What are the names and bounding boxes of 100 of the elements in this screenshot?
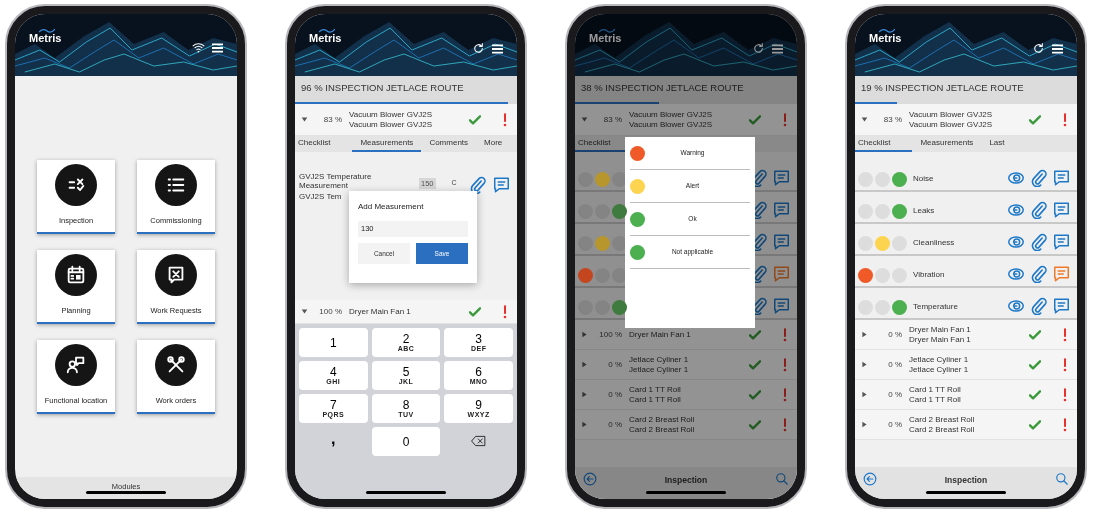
menu-icon[interactable] bbox=[772, 43, 783, 54]
equipment-subtitle: Card 1 TT Roll bbox=[909, 395, 962, 404]
check-icon bbox=[749, 113, 761, 126]
equipment-name: Jetlace Cyliner 1 bbox=[629, 355, 690, 364]
rings-icon[interactable] bbox=[1008, 268, 1024, 280]
caret-icon[interactable] bbox=[861, 331, 868, 338]
back-circle-icon[interactable] bbox=[583, 472, 597, 486]
logo-text: Metris bbox=[309, 33, 342, 44]
tab[interactable]: Measurements bbox=[352, 136, 422, 152]
keypad-key[interactable]: , bbox=[299, 427, 368, 456]
measurement-name: GVJ2S Temperature Measurement bbox=[299, 172, 373, 190]
comment-icon[interactable] bbox=[1054, 266, 1069, 282]
equipment-percent: 0 % bbox=[887, 418, 902, 431]
equipment-percent: 100 % bbox=[318, 305, 342, 318]
refresh-icon[interactable] bbox=[1032, 42, 1045, 55]
caret-icon[interactable] bbox=[301, 308, 308, 315]
comment-icon[interactable] bbox=[494, 177, 509, 193]
equipment-name: Card 2 Breast Roll bbox=[629, 415, 696, 424]
caret-icon[interactable] bbox=[581, 391, 588, 398]
tab[interactable]: Checklist bbox=[855, 136, 913, 152]
tab[interactable]: Measurements bbox=[912, 136, 982, 152]
menu-icon[interactable] bbox=[1052, 43, 1063, 54]
tab[interactable]: More bbox=[476, 136, 511, 152]
caret-icon[interactable] bbox=[581, 331, 588, 338]
equipment-name: Vacuum Blower GVJ2S bbox=[909, 110, 993, 119]
check-icon bbox=[749, 418, 761, 431]
paperclip-icon[interactable] bbox=[1031, 201, 1047, 219]
exclamation-icon bbox=[1063, 357, 1067, 372]
equipment-subtitle: Dryer Main Fan 1 bbox=[909, 335, 972, 344]
menu-icon[interactable] bbox=[212, 42, 223, 53]
refresh-icon[interactable] bbox=[752, 42, 765, 55]
equipment-percent: 0 % bbox=[607, 358, 622, 371]
person-chat-icon bbox=[55, 343, 97, 386]
equipment-name: Dryer Main Fan 1 bbox=[909, 325, 972, 334]
search-icon[interactable] bbox=[1055, 472, 1069, 486]
caret-icon[interactable] bbox=[861, 116, 868, 123]
equipment-percent: 0 % bbox=[887, 388, 902, 401]
back-circle-icon[interactable] bbox=[863, 472, 877, 486]
paperclip-icon[interactable] bbox=[1031, 233, 1047, 251]
comment-icon[interactable] bbox=[1054, 170, 1069, 186]
paperclip-icon[interactable] bbox=[1031, 169, 1047, 187]
exclamation-icon bbox=[783, 112, 787, 127]
equipment-name: Card 2 Breast Roll bbox=[909, 415, 976, 424]
caret-icon[interactable] bbox=[581, 421, 588, 428]
comment-icon[interactable] bbox=[774, 234, 789, 250]
comment-icon[interactable] bbox=[774, 266, 789, 282]
rings-icon[interactable] bbox=[1008, 300, 1024, 312]
comment-icon[interactable] bbox=[774, 298, 789, 314]
logo-text: Metris bbox=[869, 33, 902, 44]
paperclip-icon[interactable] bbox=[470, 176, 486, 194]
check-icon bbox=[1029, 418, 1041, 431]
caret-icon[interactable] bbox=[861, 361, 868, 368]
paperclip-icon[interactable] bbox=[1031, 265, 1047, 283]
check-icon bbox=[1029, 328, 1041, 341]
caret-icon[interactable] bbox=[581, 116, 588, 123]
tab[interactable]: Last bbox=[981, 136, 1013, 152]
equipment-subtitle: Vacuum Blower GVJ2S bbox=[909, 120, 993, 129]
tools-icon bbox=[155, 343, 197, 386]
checklist-label: Leaks bbox=[913, 206, 935, 215]
equipment-percent: 0 % bbox=[607, 388, 622, 401]
refresh-icon[interactable] bbox=[472, 42, 485, 55]
wifi-icon[interactable] bbox=[192, 42, 205, 53]
caret-icon[interactable] bbox=[301, 116, 308, 123]
exclamation-icon bbox=[783, 327, 787, 342]
equipment-subtitle: Vacuum Blower GVJ2S bbox=[629, 120, 713, 129]
exclamation-icon bbox=[1063, 327, 1067, 342]
equipment-percent: 0 % bbox=[887, 358, 902, 371]
equipment-subtitle: Dryer Main Fan 1 bbox=[629, 330, 692, 339]
equipment-row[interactable]: 100 % Dryer Main Fan 1 bbox=[295, 300, 517, 324]
check-icon bbox=[1029, 388, 1041, 401]
caret-icon[interactable] bbox=[581, 361, 588, 368]
paperclip-icon[interactable] bbox=[1031, 297, 1047, 315]
comment-icon[interactable] bbox=[774, 202, 789, 218]
menu-icon[interactable] bbox=[492, 43, 503, 54]
caret-icon[interactable] bbox=[861, 421, 868, 428]
equipment-percent: 83 % bbox=[882, 113, 902, 126]
exclamation-icon bbox=[503, 304, 507, 319]
comment-icon[interactable] bbox=[1054, 234, 1069, 250]
checklist-label: Vibration bbox=[913, 270, 945, 279]
keypad-key[interactable]: 1 bbox=[299, 328, 368, 357]
tab[interactable]: Checklist bbox=[295, 136, 353, 152]
logo-text: Metris bbox=[589, 33, 622, 44]
search-icon[interactable] bbox=[775, 472, 789, 486]
caret-icon[interactable] bbox=[861, 391, 868, 398]
rings-icon[interactable] bbox=[1008, 236, 1024, 248]
exclamation-icon bbox=[1063, 112, 1067, 127]
keypad-key[interactable]: 0 bbox=[371, 427, 441, 456]
backspace-icon bbox=[471, 435, 487, 447]
rings-icon[interactable] bbox=[1008, 204, 1024, 216]
exclamation-icon bbox=[783, 417, 787, 432]
comment-icon[interactable] bbox=[1054, 298, 1069, 314]
rings-icon[interactable] bbox=[1008, 172, 1024, 184]
logo-wave-icon bbox=[599, 28, 615, 33]
dialog-title: Add Measurement bbox=[358, 201, 425, 213]
check-icon bbox=[1029, 113, 1041, 126]
check-icon bbox=[749, 388, 761, 401]
comment-icon[interactable] bbox=[774, 170, 789, 186]
tab[interactable]: Comments bbox=[421, 136, 477, 152]
comment-icon[interactable] bbox=[1054, 202, 1069, 218]
check-icon bbox=[1029, 358, 1041, 371]
